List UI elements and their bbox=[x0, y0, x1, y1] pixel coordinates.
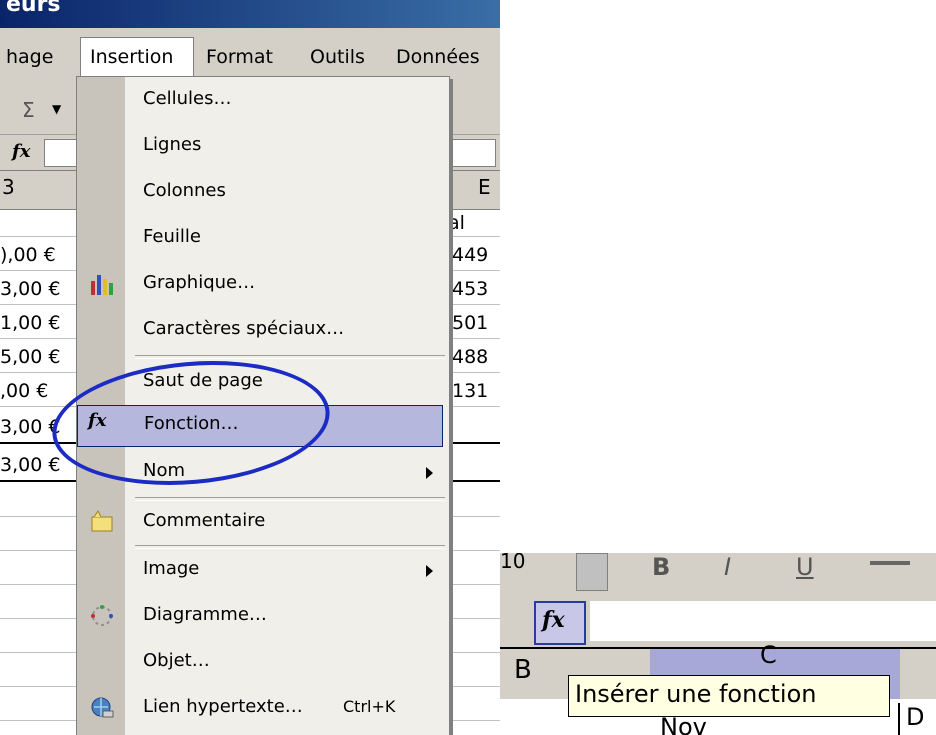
menu-separator bbox=[135, 355, 445, 359]
menu-item-label: Lien hypertexte… bbox=[143, 696, 303, 717]
menu-item-label: Objet… bbox=[143, 650, 210, 671]
menu-item-label: Commentaire bbox=[143, 510, 266, 531]
title-bar: eurs bbox=[0, 0, 500, 28]
table-cell-text: D bbox=[906, 703, 925, 731]
fx-icon: fx bbox=[542, 607, 565, 633]
submenu-arrow-icon bbox=[426, 565, 433, 577]
column-header-b[interactable]: B bbox=[514, 655, 532, 685]
table-cell[interactable]: 3,00 € bbox=[0, 278, 60, 300]
menu-item-label: Feuille bbox=[143, 226, 201, 247]
table-cell[interactable]: 5,00 € bbox=[0, 346, 60, 368]
tooltip: Insérer une fonction bbox=[568, 675, 890, 717]
excel-window-crop: eurs hage Insertion Format Outils Donnée… bbox=[0, 0, 500, 735]
font-size-dropdown[interactable] bbox=[576, 553, 608, 591]
bold-icon[interactable]: B bbox=[652, 553, 670, 581]
hyperlink-icon bbox=[91, 697, 114, 718]
menu-item-feuille[interactable]: Feuille bbox=[77, 217, 449, 261]
tooltip-text: Insérer une fonction bbox=[575, 680, 817, 708]
column-header-e[interactable]: E bbox=[478, 175, 491, 199]
menu-item-commentaire[interactable]: Commentaire bbox=[77, 501, 449, 545]
table-cell[interactable]: ),00 € bbox=[0, 244, 56, 266]
underline-icon[interactable]: U bbox=[796, 553, 814, 581]
menu-item-graphique[interactable]: Graphique… bbox=[77, 263, 449, 307]
menu-item-label: Lignes bbox=[143, 134, 202, 155]
menu-item-label: Image bbox=[143, 558, 200, 579]
tooltip-snippet: 10 B I U fx B C Nov D Insérer une foncti… bbox=[500, 553, 936, 735]
column-header-c-label: C bbox=[760, 641, 777, 669]
menu-item-label: Cellules… bbox=[143, 88, 232, 109]
menu-format[interactable]: Format bbox=[206, 46, 273, 68]
column-header-b[interactable]: 3 bbox=[2, 175, 15, 199]
menu-item-colonnes[interactable]: Colonnes bbox=[77, 171, 449, 215]
comment-icon bbox=[91, 510, 113, 532]
table-cell[interactable]: 131 bbox=[452, 380, 488, 402]
submenu-arrow-icon bbox=[426, 467, 433, 479]
table-cell[interactable]: 449 bbox=[452, 244, 488, 266]
menu-item-diagramme[interactable]: Diagramme… bbox=[77, 595, 449, 639]
toolbar: 10 B I U bbox=[500, 553, 936, 595]
table-cell[interactable]: 3,00 € bbox=[0, 454, 60, 476]
insert-function-button[interactable]: fx bbox=[534, 601, 586, 645]
menu-outils[interactable]: Outils bbox=[310, 46, 365, 68]
menu-item-image[interactable]: Image bbox=[77, 549, 449, 593]
menu-item-shortcut: Ctrl+K bbox=[343, 697, 396, 716]
table-cell[interactable]: 3,00 € bbox=[0, 416, 60, 438]
table-cell[interactable]: 501 bbox=[452, 312, 488, 334]
fx-icon[interactable]: fx bbox=[12, 141, 30, 162]
font-size-field[interactable]: 10 bbox=[500, 553, 525, 573]
table-cell[interactable]: 453 bbox=[452, 278, 488, 300]
menu-item-lien-hypertexte[interactable]: Lien hypertexte… Ctrl+K bbox=[77, 687, 449, 731]
menu-item-lignes[interactable]: Lignes bbox=[77, 125, 449, 169]
autosum-dropdown-icon[interactable]: ▼ bbox=[52, 102, 61, 116]
menu-item-label: Caractères spéciaux… bbox=[143, 318, 345, 339]
autosum-icon[interactable]: Σ bbox=[22, 98, 35, 122]
menu-donnees[interactable]: Données bbox=[396, 46, 480, 68]
table-cell[interactable]: ,00 € bbox=[0, 380, 48, 402]
menu-item-cellules[interactable]: Cellules… bbox=[77, 79, 449, 123]
chart-icon bbox=[91, 275, 113, 295]
menu-affichage[interactable]: hage bbox=[6, 46, 53, 68]
table-cell[interactable]: 1,00 € bbox=[0, 312, 60, 334]
table-cell[interactable]: 488 bbox=[452, 346, 488, 368]
diagram-icon bbox=[91, 605, 113, 626]
window-title: eurs bbox=[6, 0, 61, 17]
menu-item-label: Colonnes bbox=[143, 180, 226, 201]
menu-item-caracteres-speciaux[interactable]: Caractères spéciaux… bbox=[77, 309, 449, 353]
table-cell[interactable]: D bbox=[898, 703, 936, 735]
menu-insertion[interactable]: Insertion bbox=[90, 46, 173, 68]
header-cell-partial[interactable]: al bbox=[448, 212, 465, 234]
menu-item-objet[interactable]: Objet… bbox=[77, 641, 449, 685]
menu-item-label: Diagramme… bbox=[143, 604, 267, 625]
menu-item-label: Graphique… bbox=[143, 272, 256, 293]
align-left-icon[interactable] bbox=[870, 561, 910, 565]
formula-input[interactable] bbox=[590, 601, 936, 641]
italic-icon[interactable]: I bbox=[724, 553, 731, 581]
